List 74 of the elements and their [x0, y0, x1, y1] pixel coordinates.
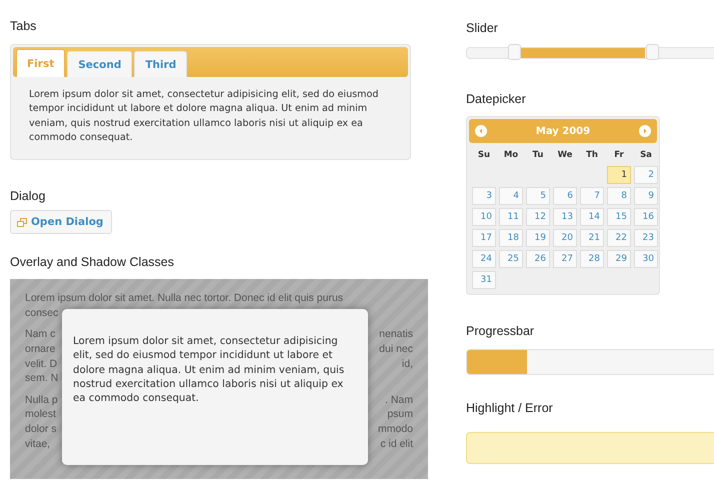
tab[interactable]: Third	[134, 51, 188, 77]
day-cell[interactable]: 24	[472, 250, 496, 268]
overlay-text: Lorem ipsum dolor sit amet. Nulla nec tortor. Donec id elit quis purus	[25, 291, 344, 306]
overlay-text: sem. N	[25, 371, 58, 386]
overlay-text: molest	[25, 407, 56, 422]
slider-handle[interactable]	[508, 44, 521, 60]
day-cell[interactable]: 21	[580, 229, 604, 247]
tab[interactable]: First	[16, 49, 66, 77]
day-cell[interactable]: 25	[499, 250, 523, 268]
day-cell[interactable]: 16	[634, 208, 658, 226]
day-cell[interactable]: 12	[526, 208, 550, 226]
day-cell[interactable]: 10	[472, 208, 496, 226]
day-cell[interactable]: 28	[580, 250, 604, 268]
day-cell[interactable]: 4	[499, 187, 523, 205]
day-cell[interactable]: 18	[499, 229, 523, 247]
overlay-text: nenatis	[379, 327, 413, 342]
tab-content-text: Lorem ipsum dolor sit amet, consectetur adipisicing elit, sed do eiusmod tempor incididunt ut labore et dolore magna aliqua. Ut enim ad minim veniam, quis nostrud exercitation ullamco laboris nisi ut aliquip ex ea commodo consequat.	[29, 88, 380, 145]
day-cell[interactable]: 6	[553, 187, 577, 205]
day-cell[interactable]: 7	[580, 187, 604, 205]
open-dialog-button[interactable]: Open Dialog	[10, 210, 112, 234]
day-cell[interactable]: 27	[553, 250, 577, 268]
weekday-label: Mo	[502, 149, 520, 162]
overlay-text: id,	[402, 356, 413, 372]
weekday-label: We	[556, 149, 574, 162]
previous-icon[interactable]	[475, 125, 487, 137]
section-heading: Slider	[466, 21, 498, 35]
day-cell[interactable]: 30	[634, 250, 658, 268]
day-cell[interactable]: 22	[607, 229, 631, 247]
day-cell[interactable]: 14	[580, 208, 604, 226]
weekday-label: Fr	[613, 149, 625, 162]
day-cell[interactable]: 11	[499, 208, 523, 226]
day-cell[interactable]: 19	[526, 229, 550, 247]
weekday-label: Sa	[639, 149, 653, 162]
day-cell[interactable]: 13	[553, 208, 577, 226]
overlay-text: dolor s	[25, 422, 57, 437]
day-cell[interactable]: 23	[634, 229, 658, 247]
overlay-text: velit. D	[25, 356, 58, 372]
section-heading: Progressbar	[466, 324, 534, 338]
day-cell[interactable]: 8	[607, 187, 631, 205]
slider-handle[interactable]	[646, 44, 659, 60]
overlay-text: vitae,	[25, 436, 50, 452]
day-cell[interactable]: 31	[472, 271, 496, 289]
overlay-text: c id elit	[380, 436, 413, 452]
day-cell[interactable]: 3	[472, 187, 496, 205]
day-cell[interactable]: 2	[634, 166, 658, 184]
overlay-text: consec	[25, 306, 58, 320]
windows-icon	[17, 218, 27, 227]
overlay-text: ornare	[25, 342, 56, 357]
weekday-label: Tu	[532, 149, 544, 162]
dialog-text: Lorem ipsum dolor sit amet, consectetur adipisicing elit, sed do eiusmod tempor incididunt ut labore et dolore magna aliqua. Ut enim ad minim veniam, quis nostrud exercitation ullamco laboris nisi ut aliquip ex ea commodo consequat.	[73, 335, 346, 406]
day-cell[interactable]: 1	[607, 166, 631, 184]
next-icon[interactable]	[638, 125, 651, 137]
tab[interactable]: Second	[67, 51, 132, 77]
day-cell[interactable]: 15	[607, 208, 631, 226]
day-cell[interactable]: 29	[607, 250, 631, 268]
weekday-label: Su	[476, 149, 492, 162]
overlay-text: . Nam	[384, 392, 413, 408]
section-heading: Dialog	[10, 189, 46, 204]
section-heading: Overlay and Shadow Classes	[10, 255, 174, 270]
section-heading: Datepicker	[466, 92, 526, 106]
overlay-text: dui nec	[379, 342, 413, 357]
day-cell[interactable]: 9	[634, 187, 658, 205]
day-cell[interactable]: 26	[526, 250, 550, 268]
section-heading: Highlight / Error	[466, 401, 553, 415]
overlay-text: psum	[387, 407, 413, 422]
day-cell[interactable]: 17	[472, 229, 496, 247]
overlay-text: mmodo	[378, 422, 413, 437]
overlay-text: Nam c	[25, 327, 56, 342]
weekday-label: Th	[585, 149, 599, 162]
section-heading: Tabs	[10, 19, 36, 33]
day-cell[interactable]: 20	[553, 229, 577, 247]
month-title: May 2009	[536, 126, 590, 136]
day-cell[interactable]: 5	[526, 187, 550, 205]
overlay-text: Nulla p	[25, 392, 58, 408]
